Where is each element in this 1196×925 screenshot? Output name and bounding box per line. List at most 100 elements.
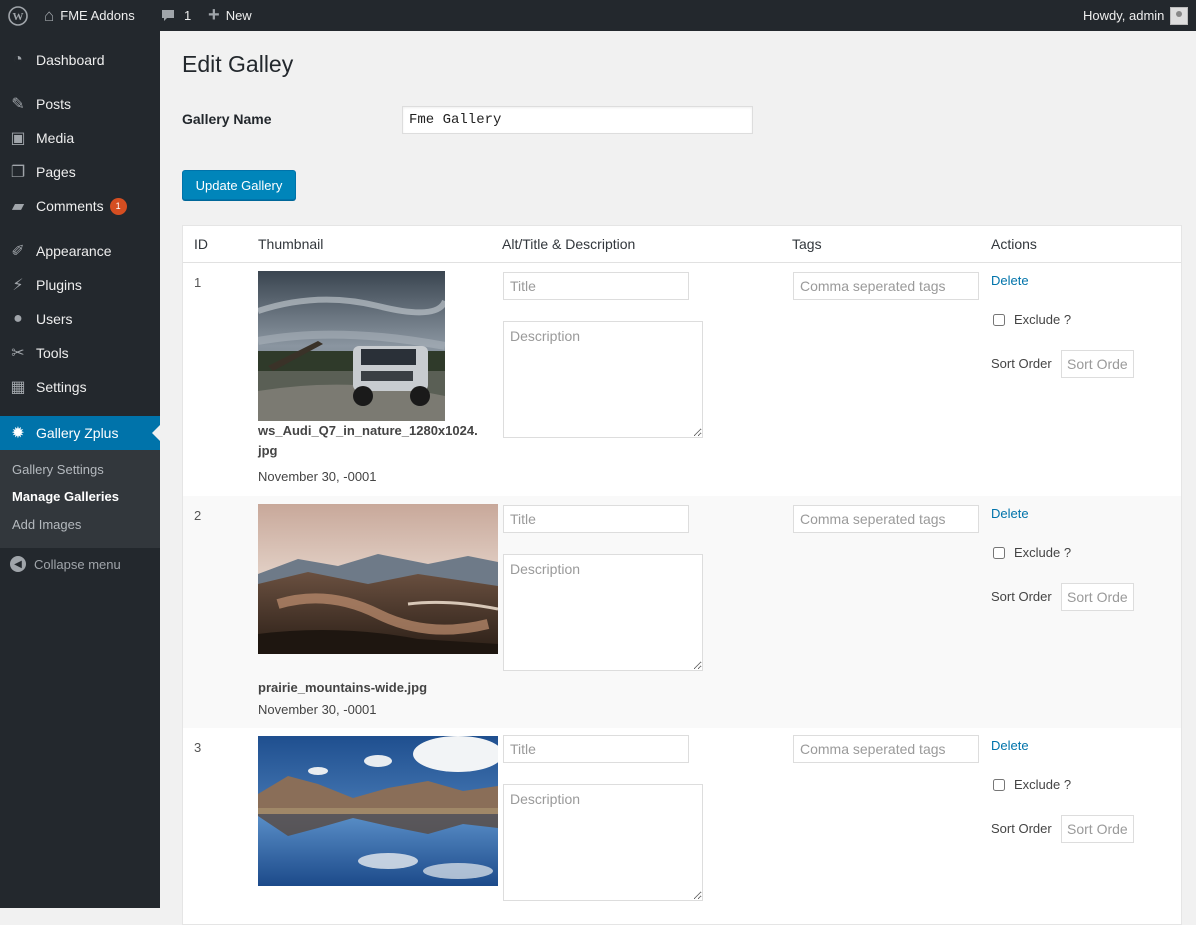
sidebar-item-appearance[interactable]: ✐ Appearance	[0, 234, 160, 268]
update-gallery-button[interactable]: Update Gallery	[182, 170, 296, 200]
column-header-id: ID	[194, 236, 208, 252]
sidebar-item-settings[interactable]: ▦ Settings	[0, 370, 160, 404]
description-textarea[interactable]	[503, 321, 703, 438]
row-id: 2	[194, 508, 202, 523]
sidebar-item-gallery-zplus[interactable]: ✹ Gallery Zplus	[0, 416, 160, 450]
thumbnail-image[interactable]	[258, 736, 498, 886]
sort-order-label: Sort Order	[991, 589, 1052, 604]
sort-order-label: Sort Order	[991, 356, 1052, 371]
thumbnail-image[interactable]	[258, 504, 498, 654]
description-textarea[interactable]	[503, 784, 703, 901]
site-name: FME Addons	[60, 8, 135, 23]
submenu-gallery-settings[interactable]: Gallery Settings	[12, 462, 104, 477]
page-title: Edit Galley	[182, 51, 294, 77]
sidebar-item-plugins[interactable]: ⚡ Plugins	[0, 268, 160, 302]
sort-order-input[interactable]	[1061, 815, 1134, 843]
collapse-menu-button[interactable]: ◀ Collapse menu	[10, 556, 121, 572]
submenu-add-images[interactable]: Add Images	[12, 517, 81, 532]
exclude-label: Exclude ?	[1014, 312, 1072, 327]
column-header-actions: Actions	[991, 236, 1037, 252]
new-label: New	[225, 8, 252, 23]
exclude-checkbox[interactable]	[993, 546, 1005, 559]
exclude-checkbox[interactable]	[993, 778, 1005, 791]
image-date: November 30, -0001	[258, 469, 377, 484]
exclude-option[interactable]: Exclude ?	[993, 777, 1071, 792]
brush-icon: ✐	[11, 243, 25, 260]
sidebar-item-users[interactable]: ● Users	[0, 302, 160, 336]
user-menu[interactable]: Howdy, admin	[1083, 0, 1189, 31]
submenu-manage-galleries[interactable]: Manage Galleries	[12, 489, 119, 504]
column-header-tags: Tags	[792, 236, 822, 252]
title-input[interactable]	[503, 735, 689, 763]
plus-icon: +	[208, 4, 220, 26]
sidebar-item-dashboard[interactable]: ◔ Dashboard	[0, 43, 160, 77]
main-content: Edit Galley Gallery Name Update Gallery …	[160, 31, 1196, 925]
pages-icon: ❐	[10, 164, 26, 181]
gallery-name-label: Gallery Name	[182, 111, 272, 127]
gallery-submenu: Gallery Settings Manage Galleries Add Im…	[0, 450, 160, 548]
sidebar-item-tools[interactable]: ✂ Tools	[0, 336, 160, 370]
sidebar-item-posts[interactable]: ✎ Posts	[0, 87, 160, 121]
tags-input[interactable]	[793, 505, 979, 533]
sidebar-item-label: Users	[36, 311, 73, 327]
sidebar-item-label: Comments	[36, 198, 104, 214]
site-name-link[interactable]: ⌂ FME Addons	[44, 0, 135, 31]
sidebar-item-comments[interactable]: ▰ Comments 1	[0, 189, 160, 223]
title-input[interactable]	[503, 272, 689, 300]
collapse-label: Collapse menu	[34, 556, 121, 572]
sidebar-item-media[interactable]: ▣ Media	[0, 121, 160, 155]
comments-badge: 1	[109, 197, 127, 215]
dashboard-icon: ◔	[13, 51, 23, 68]
row-id: 3	[194, 740, 202, 755]
sidebar-item-label: Posts	[36, 96, 72, 112]
delete-link[interactable]: Delete	[991, 506, 1029, 521]
exclude-label: Exclude ?	[1014, 545, 1072, 560]
sidebar-item-label: Plugins	[36, 277, 82, 293]
thumbnail-image[interactable]	[258, 271, 445, 421]
active-indicator	[152, 425, 160, 441]
user-icon: ●	[13, 310, 23, 327]
sort-order-input[interactable]	[1061, 350, 1134, 378]
delete-link[interactable]: Delete	[991, 273, 1029, 288]
settings-icon: ▦	[10, 379, 26, 396]
exclude-option[interactable]: Exclude ?	[993, 545, 1071, 560]
tags-input[interactable]	[793, 735, 979, 763]
column-header-description: Alt/Title & Description	[502, 236, 636, 252]
table-row: 2 prairie_mountains-wide.jpg November 30…	[183, 496, 1181, 728]
table-row: 3 Title Description Comma seperated tags…	[183, 728, 1181, 908]
sidebar-item-pages[interactable]: ❐ Pages	[0, 155, 160, 189]
description-textarea[interactable]	[503, 554, 703, 671]
sidebar-item-label: Dashboard	[36, 52, 105, 68]
wrench-icon: ✂	[11, 345, 25, 362]
table-row: 1 ws_Audi_Q7_in_nature_1280x1024.jpg Nov…	[183, 263, 1181, 496]
wordpress-logo-icon[interactable]: W	[8, 0, 28, 31]
home-icon: ⌂	[44, 5, 55, 25]
sidebar-item-label: Media	[36, 130, 75, 146]
sidebar-item-label: Pages	[36, 164, 76, 180]
tags-input[interactable]	[793, 272, 979, 300]
media-icon: ▣	[10, 130, 26, 147]
sort-order-input[interactable]	[1061, 583, 1134, 611]
gallery-images-table: ID Thumbnail Alt/Title & Description Tag…	[182, 225, 1182, 925]
admin-sidebar: ◔ Dashboard ✎ Posts ▣ Media ❐ Pages ▰ Co…	[0, 31, 160, 908]
exclude-option[interactable]: Exclude ?	[993, 312, 1071, 327]
sidebar-item-label: Appearance	[36, 243, 112, 259]
svg-text:W: W	[13, 11, 24, 23]
comments-count: 1	[184, 8, 192, 23]
admin-bar: W ⌂ FME Addons 1 + New Howdy, admin	[0, 0, 1196, 31]
image-filename: ws_Audi_Q7_in_nature_1280x1024.jpg	[258, 423, 478, 458]
collapse-arrow-icon: ◀	[10, 556, 26, 572]
gallery-name-input[interactable]	[402, 106, 753, 134]
comment-icon	[162, 9, 174, 21]
delete-link[interactable]: Delete	[991, 738, 1029, 753]
sort-order-label: Sort Order	[991, 821, 1052, 836]
title-input[interactable]	[503, 505, 689, 533]
sidebar-item-label: Gallery Zplus	[36, 425, 119, 441]
comment-icon: ▰	[11, 198, 25, 215]
column-header-thumbnail: Thumbnail	[258, 236, 324, 252]
new-content-link[interactable]: + New	[208, 0, 252, 31]
comments-link[interactable]: 1	[160, 0, 191, 31]
plug-icon: ⚡	[12, 277, 24, 294]
avatar	[1170, 6, 1189, 25]
exclude-checkbox[interactable]	[993, 313, 1005, 326]
